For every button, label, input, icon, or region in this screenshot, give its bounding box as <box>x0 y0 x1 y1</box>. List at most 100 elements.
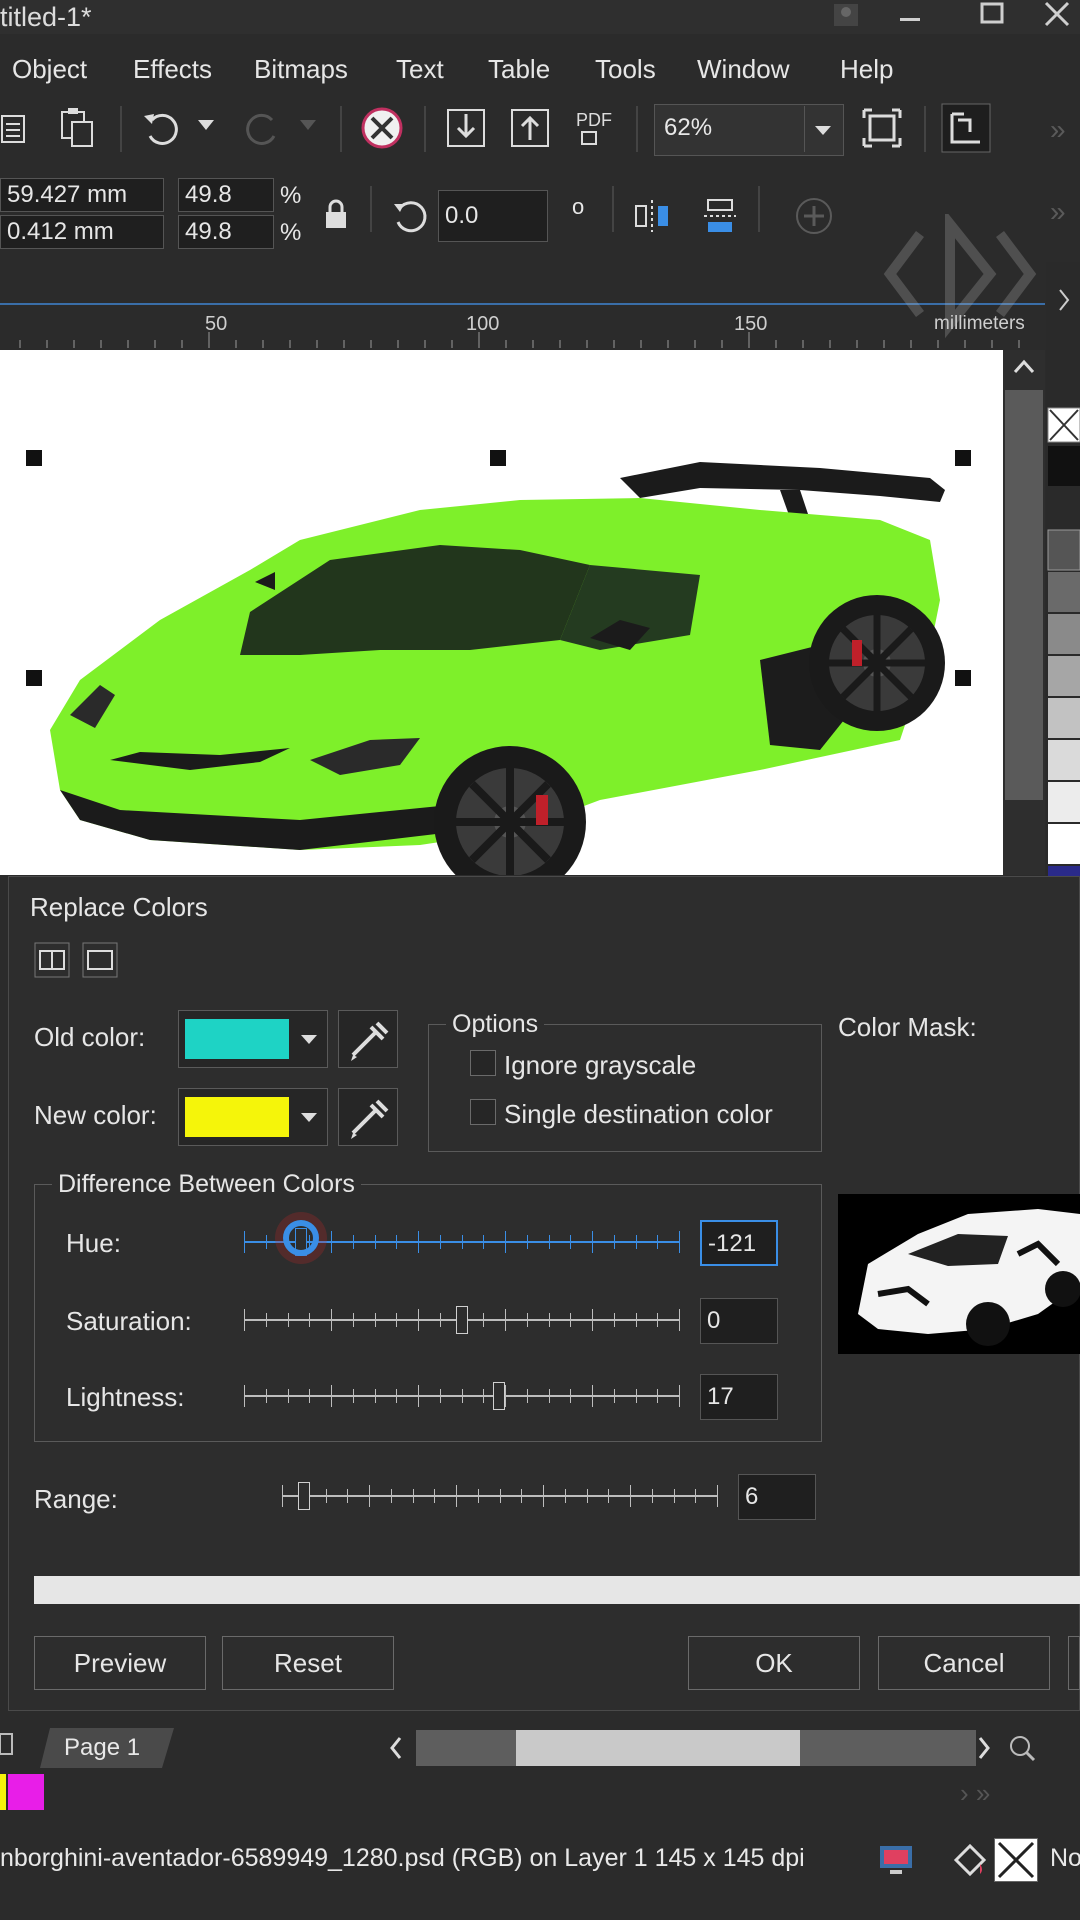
close-icon[interactable] <box>1034 0 1080 34</box>
preview-button[interactable]: Preview <box>34 1636 206 1690</box>
old-color-eyedropper[interactable] <box>338 1010 398 1068</box>
publish-pdf-label[interactable]: PDF <box>576 110 612 131</box>
selection-handle[interactable] <box>26 670 42 686</box>
import-icon[interactable] <box>444 106 488 150</box>
old-color-picker[interactable] <box>178 1010 328 1068</box>
car-bitmap[interactable] <box>0 350 1003 875</box>
lightness-value-field[interactable]: 17 <box>700 1374 778 1420</box>
slider-tick <box>652 1489 653 1503</box>
slider-tick <box>353 1313 354 1327</box>
slider-tick <box>369 1485 370 1507</box>
user-icon[interactable] <box>826 0 874 34</box>
paste-icon[interactable] <box>58 106 98 150</box>
mirror-horizontal-icon[interactable] <box>632 196 672 236</box>
undo-icon[interactable] <box>140 106 184 150</box>
ignore-grayscale-checkbox[interactable] <box>470 1050 496 1076</box>
page-nav-icon[interactable] <box>0 1730 14 1758</box>
old-color-label: Old color: <box>34 1022 146 1052</box>
slider-tick <box>309 1313 310 1327</box>
zoom-to-page-icon[interactable] <box>860 106 904 150</box>
slider-tick <box>592 1309 593 1331</box>
fill-icon[interactable] <box>950 1838 992 1880</box>
reset-button[interactable]: Reset <box>222 1636 394 1690</box>
document-palette-swatch[interactable] <box>0 1774 44 1810</box>
add-icon[interactable] <box>794 196 834 236</box>
new-color-label: New color: <box>34 1100 157 1130</box>
saturation-slider[interactable] <box>244 1302 680 1338</box>
options-icon[interactable] <box>940 102 992 154</box>
hue-slider[interactable] <box>244 1220 680 1260</box>
selection-handle[interactable] <box>955 450 971 466</box>
slider-tick <box>434 1489 435 1503</box>
color-proof-icon[interactable] <box>876 1840 916 1880</box>
scale-y-field[interactable]: 49.8 <box>178 215 274 249</box>
slider-tick <box>391 1489 392 1503</box>
range-value-field[interactable]: 6 <box>738 1474 816 1520</box>
ok-button[interactable]: OK <box>688 1636 860 1690</box>
menu-window[interactable]: Window <box>697 54 789 85</box>
zoom-dropdown[interactable] <box>804 106 841 152</box>
cancel-button[interactable]: Cancel <box>878 1636 1050 1690</box>
slider-tick <box>331 1309 332 1331</box>
slider-tick <box>440 1313 441 1327</box>
selection-handle[interactable] <box>955 670 971 686</box>
range-slider[interactable] <box>282 1478 718 1514</box>
saturation-value-field[interactable]: 0 <box>700 1298 778 1344</box>
scale-x-field[interactable]: 49.8 <box>178 178 274 212</box>
object-x-field[interactable]: 59.427 mm <box>0 178 164 212</box>
scroll-left-icon[interactable] <box>384 1730 408 1766</box>
menu-effects[interactable]: Effects <box>133 54 212 85</box>
toolbar-overflow-icon[interactable]: » <box>1050 114 1066 146</box>
redo-dropdown-icon[interactable] <box>298 118 318 132</box>
horizontal-scrollbar[interactable] <box>416 1730 976 1766</box>
menu-text[interactable]: Text <box>396 54 444 85</box>
menu-bitmaps[interactable]: Bitmaps <box>254 54 348 85</box>
rotation-angle-field[interactable]: 0.0 <box>438 190 548 242</box>
slider-tick <box>587 1489 588 1503</box>
menu-tools[interactable]: Tools <box>595 54 656 85</box>
page-tab[interactable]: Page 1 <box>40 1728 174 1768</box>
split-preview-icon[interactable] <box>34 942 70 978</box>
minimize-icon[interactable] <box>886 0 934 34</box>
vertical-scrollbar[interactable] <box>1003 350 1045 875</box>
slider-tick <box>527 1313 528 1327</box>
menu-object[interactable]: Object <box>12 54 87 85</box>
corel-connect-icon[interactable] <box>360 106 404 150</box>
ignore-grayscale-label[interactable]: Ignore grayscale <box>504 1050 696 1081</box>
undo-dropdown-icon[interactable] <box>196 118 216 132</box>
menu-table[interactable]: Table <box>488 54 550 85</box>
slider-thumb[interactable] <box>456 1306 468 1334</box>
single-preview-icon[interactable] <box>82 942 118 978</box>
new-color-picker[interactable] <box>178 1088 328 1146</box>
export-icon[interactable] <box>508 106 552 150</box>
slider-tick <box>347 1489 348 1503</box>
lock-ratio-icon[interactable] <box>322 198 350 230</box>
slider-thumb[interactable] <box>493 1382 505 1410</box>
new-color-eyedropper[interactable] <box>338 1088 398 1146</box>
scroll-right-icon[interactable] <box>972 1730 996 1766</box>
slider-thumb[interactable] <box>298 1482 310 1510</box>
no-fill-swatch[interactable] <box>994 1838 1038 1882</box>
redo-icon[interactable] <box>240 106 284 150</box>
palette-overflow-icon[interactable]: › » <box>960 1778 990 1809</box>
selection-handle[interactable] <box>26 450 42 466</box>
zoom-navigator-icon[interactable] <box>1004 1730 1040 1766</box>
drawing-canvas[interactable] <box>0 350 1003 875</box>
menu-help[interactable]: Help <box>840 54 893 85</box>
publish-pdf-icon[interactable] <box>580 130 600 146</box>
single-destination-label[interactable]: Single destination color <box>504 1099 773 1130</box>
lightness-slider[interactable] <box>244 1378 680 1414</box>
hue-value-field[interactable]: -121 <box>700 1220 778 1266</box>
object-y-field[interactable]: 0.412 mm <box>0 215 164 249</box>
mirror-vertical-icon[interactable] <box>700 196 740 236</box>
selection-handle[interactable] <box>490 450 506 466</box>
maximize-icon[interactable] <box>968 0 1016 34</box>
help-button-partial[interactable] <box>1068 1636 1080 1690</box>
slider-tick <box>244 1385 245 1407</box>
single-destination-checkbox[interactable] <box>470 1099 496 1125</box>
slider-tick <box>483 1389 484 1403</box>
propbar-overflow-icon[interactable]: » <box>1050 196 1066 228</box>
copy-icon[interactable] <box>0 108 36 148</box>
slider-tick <box>657 1313 658 1327</box>
toolbar-separator <box>370 186 372 232</box>
